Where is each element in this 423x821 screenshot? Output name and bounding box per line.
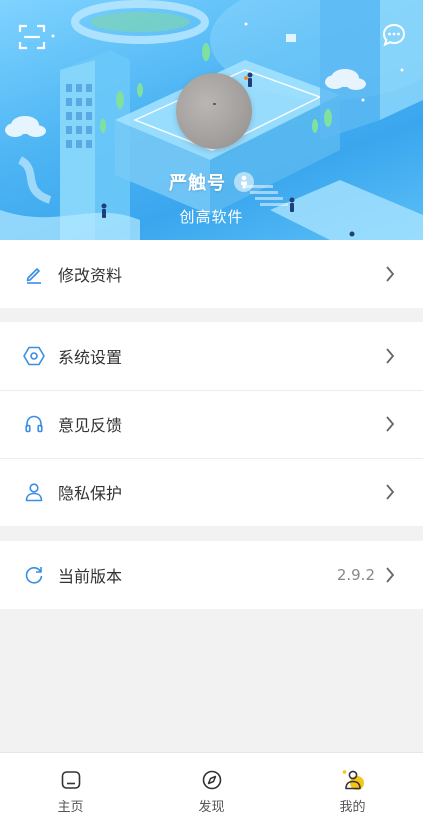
home-icon xyxy=(60,769,82,791)
menu-item-privacy[interactable]: 隐私保护 xyxy=(0,458,423,526)
menu-item-label: 意见反馈 xyxy=(58,416,123,435)
chevron-right-icon xyxy=(386,416,395,432)
compass-icon xyxy=(201,769,223,791)
menu-item-version[interactable]: 当前版本 2.9.2 xyxy=(0,541,423,609)
menu-group-profile: 修改资料 xyxy=(0,240,423,308)
name-row: 严触号 xyxy=(0,169,423,195)
profile-icon xyxy=(342,769,364,791)
menu-item-label: 当前版本 xyxy=(58,567,123,586)
avatar[interactable] xyxy=(176,73,252,149)
chevron-right-icon xyxy=(386,266,395,282)
profile-header: 严触号 创高软件 xyxy=(0,0,423,240)
chevron-right-icon xyxy=(386,567,395,583)
tab-mine[interactable]: 我的 xyxy=(282,753,423,821)
headphones-icon xyxy=(22,412,46,436)
version-value: 2.9.2 xyxy=(336,566,375,584)
refresh-icon xyxy=(22,563,46,587)
tab-label: 主页 xyxy=(57,800,84,815)
bottom-tab-bar: 主页 发现 我的 xyxy=(0,752,423,821)
edit-icon xyxy=(22,262,46,286)
menu-item-label: 隐私保护 xyxy=(58,484,123,503)
company-name: 创高软件 xyxy=(179,208,244,226)
menu-group-version: 当前版本 2.9.2 xyxy=(0,541,423,609)
chevron-right-icon xyxy=(386,484,395,500)
menu-group-settings: 系统设置 意见反馈 隐私保护 xyxy=(0,322,423,526)
tab-label: 发现 xyxy=(198,800,225,815)
menu-item-label: 修改资料 xyxy=(58,266,123,285)
chevron-right-icon xyxy=(386,348,395,364)
user-name: 严触号 xyxy=(169,173,226,194)
menu-item-label: 系统设置 xyxy=(58,348,123,367)
menu-item-system-settings[interactable]: 系统设置 xyxy=(0,322,423,390)
tab-discover[interactable]: 发现 xyxy=(141,753,282,821)
person-badge-icon xyxy=(234,172,254,192)
hexagon-settings-icon xyxy=(22,344,46,368)
scan-icon[interactable] xyxy=(18,24,46,50)
tab-label: 我的 xyxy=(339,800,366,815)
chat-icon[interactable] xyxy=(381,22,407,48)
menu-item-edit-profile[interactable]: 修改资料 xyxy=(0,240,423,308)
menu-item-feedback[interactable]: 意见反馈 xyxy=(0,390,423,458)
user-icon xyxy=(22,480,46,504)
tab-home[interactable]: 主页 xyxy=(0,753,141,821)
